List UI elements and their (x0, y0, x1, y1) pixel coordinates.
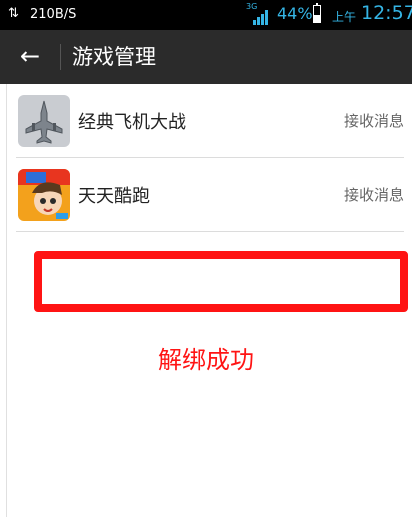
am-pm-label: 上午 (332, 10, 357, 24)
receive-messages-label: 接收消息 (343, 112, 404, 130)
action-bar: ← 游戏管理 (0, 30, 412, 84)
battery-fill (314, 14, 320, 22)
list-item-plane-game[interactable]: 经典飞机大战 接收消息 (0, 84, 412, 158)
status-bar: ⇅ 210B/S 3G 44% 上午 12:57 (0, 0, 412, 30)
receive-messages-label: 接收消息 (343, 186, 404, 204)
signal-icon (253, 10, 268, 25)
arrow-left-icon[interactable]: ← (20, 41, 40, 71)
network-speed: 210B/S (30, 7, 77, 22)
action-bar-divider (60, 44, 61, 70)
row-divider (16, 231, 404, 232)
game-name: 经典飞机大战 (78, 112, 186, 133)
data-transfer-icon: ⇅ (8, 6, 19, 21)
plane-game-icon (18, 95, 70, 147)
highlight-box (34, 251, 408, 312)
clock: 12:57 (361, 2, 412, 24)
game-name: 天天酷跑 (78, 186, 150, 207)
unbind-success-text: 解绑成功 (158, 346, 254, 374)
parkour-game-icon (18, 169, 70, 221)
page-title: 游戏管理 (72, 45, 156, 69)
battery-icon (313, 3, 321, 23)
battery-percentage: 44% (277, 4, 313, 23)
list-item-parkour-game[interactable]: 天天酷跑 接收消息 (0, 158, 412, 232)
